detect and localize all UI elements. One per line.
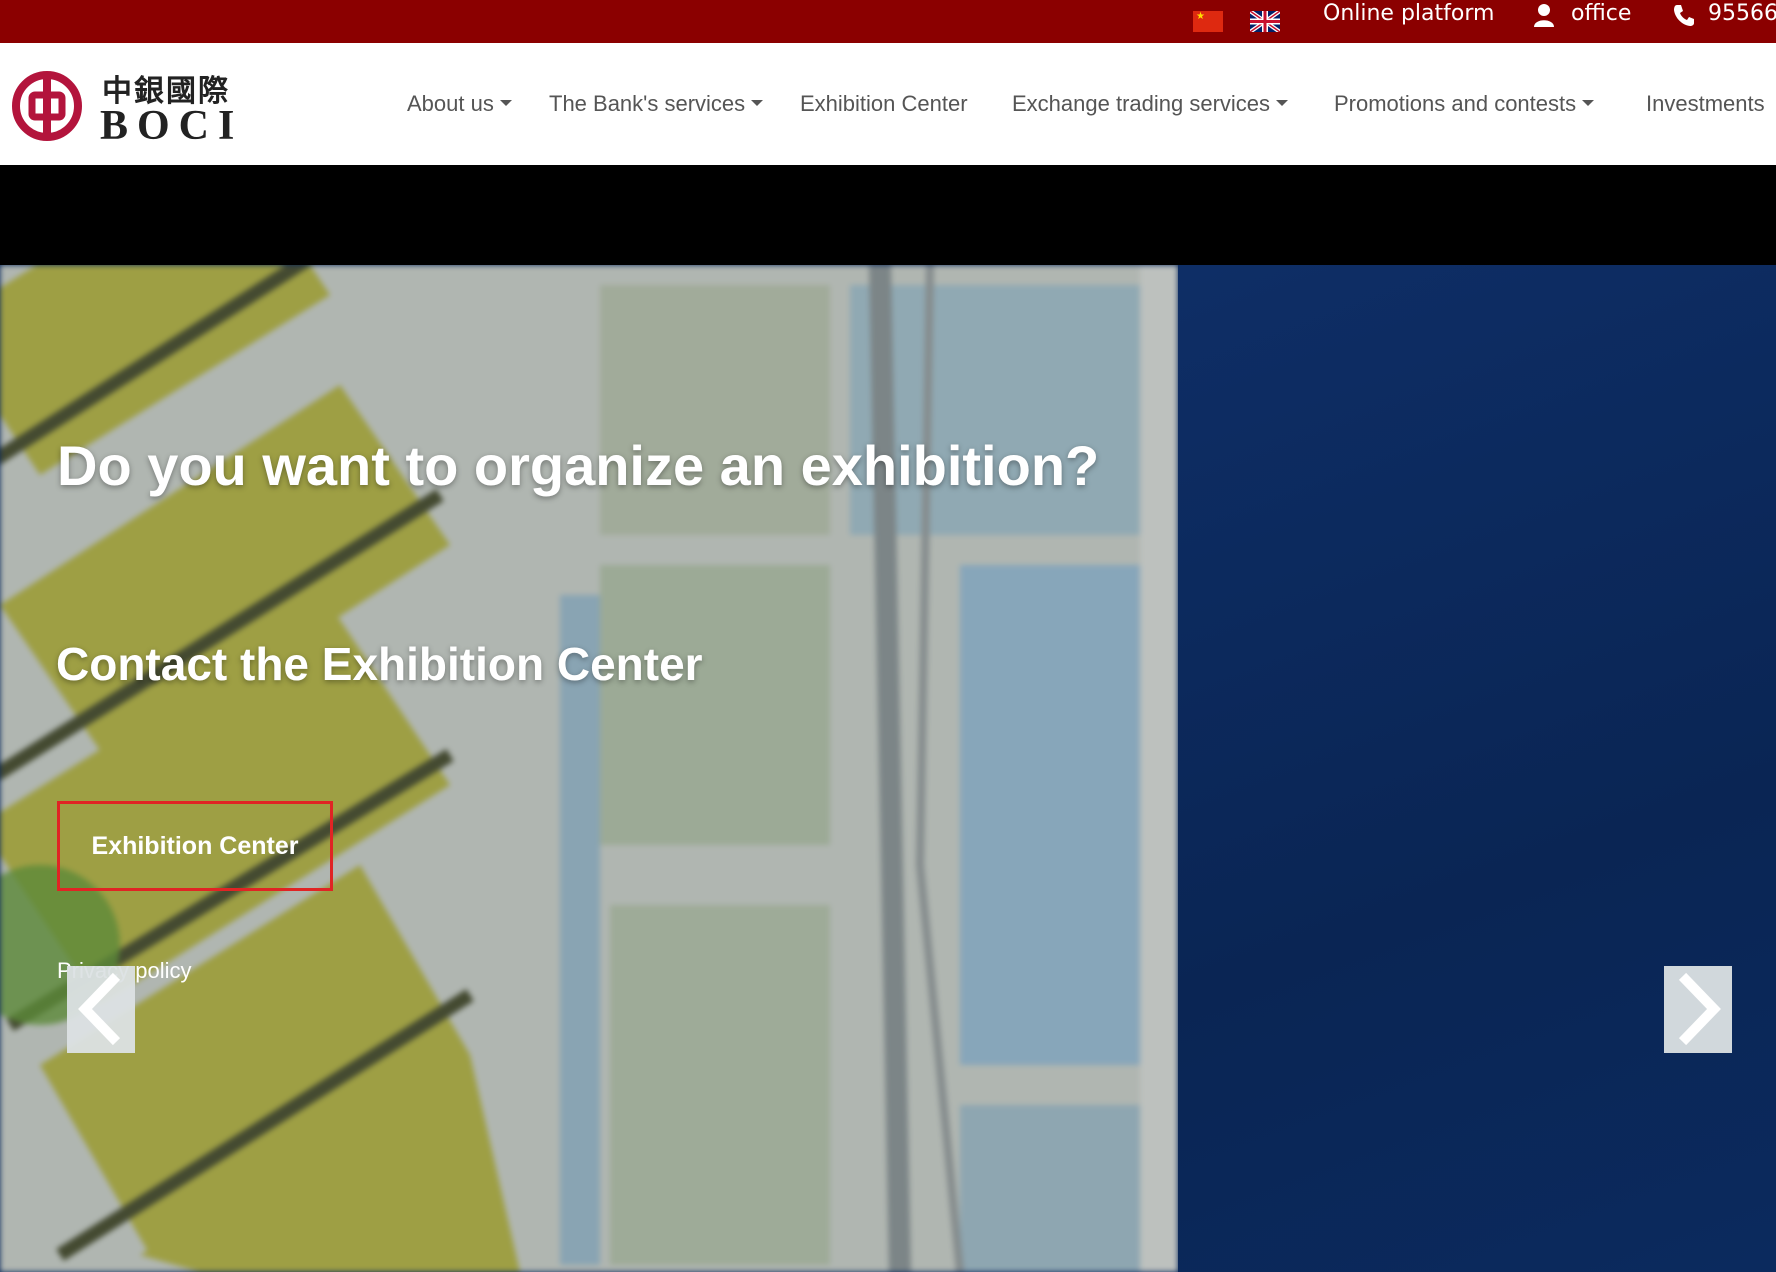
nav-label: Promotions and contests (1334, 91, 1577, 116)
chevron-down-icon (1276, 100, 1289, 107)
chevron-down-icon (1582, 100, 1595, 107)
main-header: 中銀國際 BOCI About us The Bank's services E… (0, 43, 1776, 165)
main-nav: About us The Bank's services Exhibition … (0, 90, 1776, 120)
exhibition-center-button[interactable]: Exhibition Center (57, 801, 333, 891)
chevron-down-icon (499, 100, 512, 107)
china-flag-icon[interactable]: ★ (1193, 11, 1223, 32)
nav-about-us[interactable]: About us (407, 90, 512, 118)
nav-exhibition-center[interactable]: Exhibition Center (800, 90, 968, 118)
top-bar: ★ Online platform office 95566 (0, 0, 1776, 43)
hero-background-image (0, 265, 1178, 1272)
user-icon (1533, 3, 1555, 27)
nav-label: About us (407, 91, 494, 116)
nav-bank-services[interactable]: The Bank's services (549, 90, 764, 118)
phone-icon (1673, 3, 1695, 27)
slider-prev-button[interactable] (67, 966, 135, 1053)
slider-next-button[interactable] (1664, 966, 1732, 1053)
office-link[interactable]: office (1571, 0, 1631, 30)
online-platform-link[interactable]: Online platform (1323, 0, 1494, 30)
nav-label: Exhibition Center (800, 91, 968, 116)
nav-exchange-trading[interactable]: Exchange trading services (1012, 90, 1289, 118)
nav-promotions[interactable]: Promotions and contests (1334, 90, 1595, 118)
nav-label: Exchange trading services (1012, 91, 1271, 116)
hero-title: Do you want to organize an exhibition? (57, 434, 1100, 497)
chevron-right-icon (1678, 972, 1721, 1046)
nav-label: The Bank's services (549, 91, 746, 116)
phone-number[interactable]: 95566 (1708, 0, 1776, 30)
hero-blue-panel (1178, 265, 1776, 1272)
hero-top-band (0, 165, 1776, 265)
uk-flag-icon[interactable] (1248, 9, 1282, 34)
nav-investments[interactable]: Investments (1646, 90, 1765, 118)
chevron-down-icon (751, 100, 764, 107)
nav-label: Investments (1646, 91, 1765, 116)
chevron-left-icon (78, 972, 121, 1046)
hero-slider: Do you want to organize an exhibition? C… (0, 265, 1776, 1272)
hero-subtitle: Contact the Exhibition Center (56, 638, 703, 690)
